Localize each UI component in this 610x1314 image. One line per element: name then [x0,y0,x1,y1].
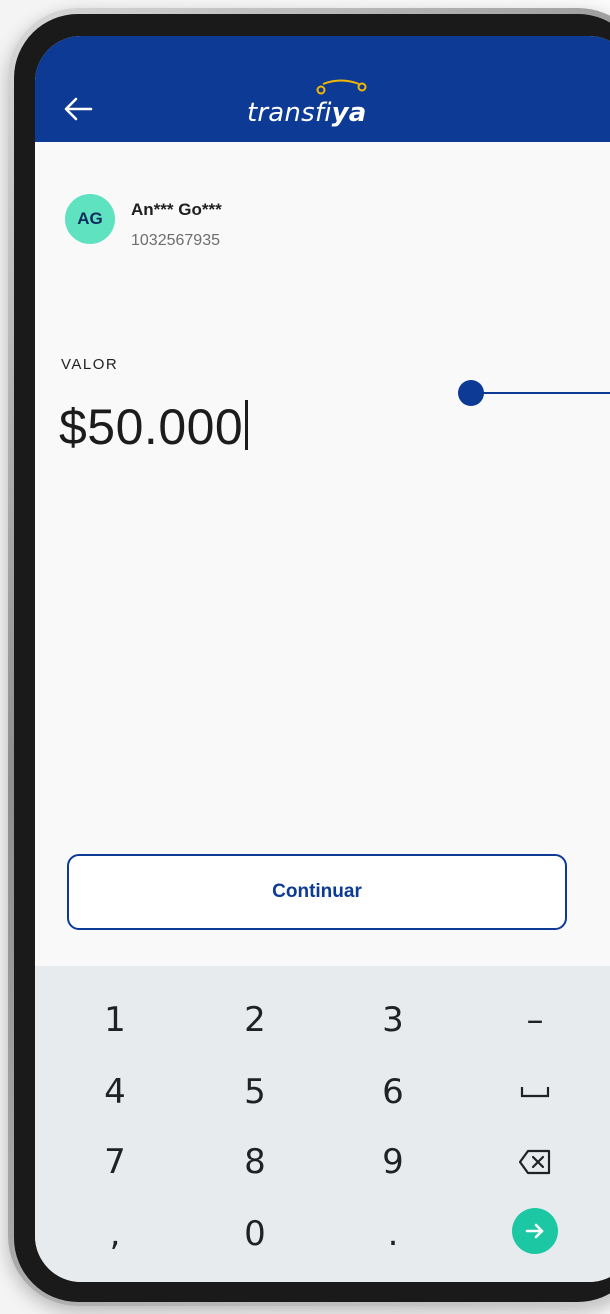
key-period[interactable]: . [333,1200,453,1268]
key-6[interactable]: 6 [333,1058,453,1126]
key-7[interactable]: 7 [55,1128,175,1196]
key-8[interactable]: 8 [195,1128,315,1196]
key-9[interactable]: 9 [333,1128,453,1196]
backspace-icon [518,1149,551,1175]
key-2[interactable]: 2 [195,986,315,1054]
key-space[interactable] [475,1058,595,1126]
amount-input[interactable]: $50.000 [59,398,249,456]
text-caret [245,400,249,450]
back-arrow-icon[interactable] [59,92,99,126]
key-5[interactable]: 5 [195,1058,315,1126]
arrow-right-icon [525,1223,544,1239]
key-3[interactable]: 3 [333,986,453,1054]
numeric-keypad: 1 2 3 – 4 5 6 7 8 9 , 0 . [35,966,610,1282]
page: transfiya AG An*** Go*** 1032567935 VALO… [0,0,610,1314]
app-header: transfiya [35,36,610,142]
amount-value-text: $50.000 [59,399,244,455]
key-1[interactable]: 1 [55,986,175,1054]
annotation-line [480,392,610,394]
key-0[interactable]: 0 [195,1200,315,1268]
key-comma[interactable]: , [55,1200,175,1268]
continue-button[interactable]: Continuar [67,854,567,930]
transfiya-logo: transfiya [221,78,401,132]
amount-label: VALOR [61,356,119,373]
recipient-name: An*** Go*** [131,200,222,219]
key-4[interactable]: 4 [55,1058,175,1126]
logo-wordmark: transfiya [247,98,367,128]
annotation-dot [458,380,484,406]
go-button[interactable] [512,1208,558,1254]
recipient-id: 1032567935 [131,232,220,249]
app-screen: transfiya AG An*** Go*** 1032567935 VALO… [35,36,610,1282]
key-backspace[interactable] [475,1128,595,1196]
space-bar-icon [520,1087,550,1098]
key-minus[interactable]: – [475,986,595,1054]
avatar: AG [65,194,115,244]
